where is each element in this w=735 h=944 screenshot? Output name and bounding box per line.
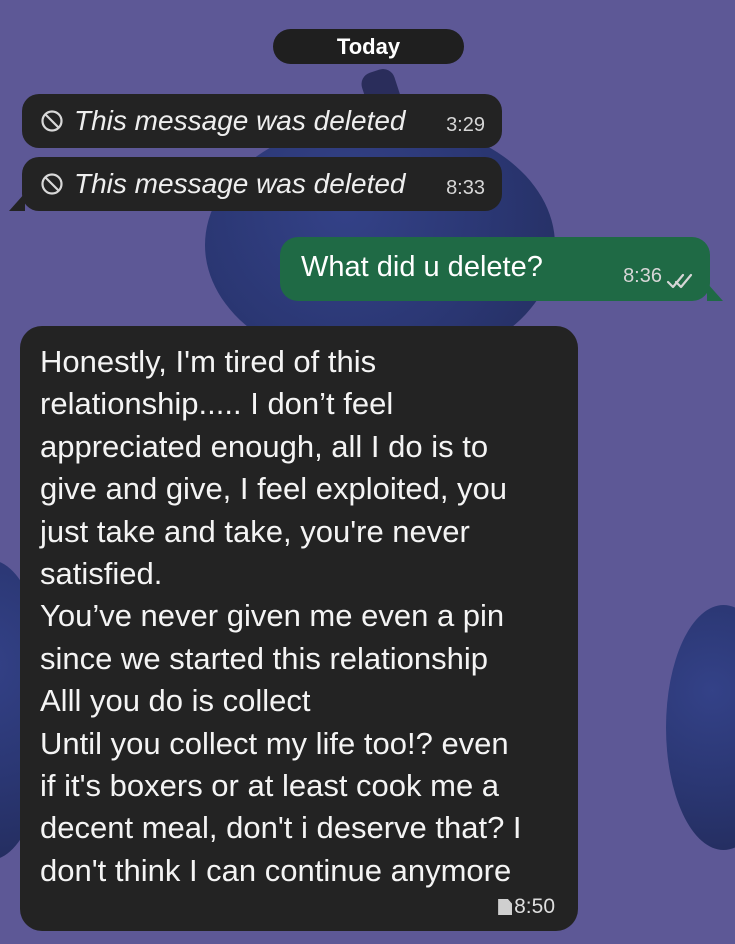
bubble-tail xyxy=(9,193,25,211)
date-separator: Today xyxy=(273,29,464,64)
document-icon xyxy=(498,899,513,915)
bubble-tail xyxy=(707,283,723,301)
message-timestamp: 3:29 xyxy=(446,114,485,136)
deleted-message-text: This message was deleted xyxy=(74,168,406,199)
deleted-message-bubble[interactable]: This message was deleted 3:29 xyxy=(22,94,502,148)
message-timestamp: 8:36 xyxy=(623,265,662,287)
deleted-message-text: This message was deleted xyxy=(74,105,406,136)
deleted-message-bubble[interactable]: This message was deleted 8:33 xyxy=(9,157,502,211)
incoming-message-bubble[interactable]: Honestly, I'm tired of this relationship… xyxy=(20,326,578,931)
wallpaper-shape xyxy=(666,605,735,850)
ban-icon xyxy=(41,110,63,132)
outgoing-message-bubble[interactable]: What did u delete? 8:36 xyxy=(280,237,723,301)
message-text: What did u delete? xyxy=(301,251,543,283)
double-check-icon xyxy=(666,273,693,289)
message-meta: 8:50 xyxy=(498,895,555,919)
ban-icon xyxy=(41,173,63,195)
message-timestamp: 8:33 xyxy=(446,177,485,199)
message-text: Honestly, I'm tired of this relationship… xyxy=(40,344,522,888)
message-timestamp: 8:50 xyxy=(514,895,555,918)
